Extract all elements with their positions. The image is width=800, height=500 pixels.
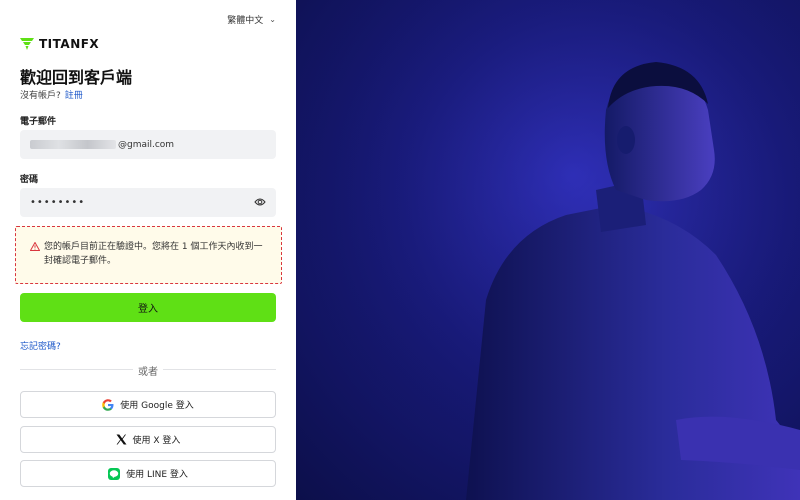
email-field[interactable]: @gmail.com — [20, 130, 276, 159]
no-account-text: 沒有帳戶? — [20, 91, 61, 101]
eye-icon[interactable] — [254, 197, 266, 207]
person-silhouette-illustration — [296, 0, 800, 500]
password-field[interactable]: •••••••• — [20, 188, 276, 217]
titanfx-logo: TITANFX — [20, 37, 99, 51]
language-selector[interactable]: 繁體中文 ⌄ — [227, 13, 276, 26]
x-logo-icon — [116, 434, 127, 445]
x-login-button[interactable]: 使用 X 登入 — [20, 426, 276, 453]
verification-alert: 您的帳戶目前正在驗證中。您將在 1 個工作天內收到一封確認電子郵件。 — [15, 226, 282, 284]
email-label: 電子郵件 — [20, 117, 57, 127]
line-button-label: 使用 LINE 登入 — [126, 470, 188, 480]
page-title: 歡迎回到客戶端 — [20, 68, 133, 87]
google-icon — [102, 398, 114, 411]
register-link[interactable]: 註冊 — [65, 91, 83, 101]
logo-text: TITANFX — [39, 37, 100, 51]
titan-logo-icon — [20, 38, 34, 50]
google-button-label: 使用 Google 登入 — [120, 401, 194, 411]
warning-icon — [30, 242, 40, 251]
password-value: •••••••• — [30, 197, 86, 208]
alert-message: 您的帳戶目前正在驗證中。您將在 1 個工作天內收到一封確認電子郵件。 — [44, 242, 263, 266]
hero-image — [296, 0, 800, 500]
chevron-down-icon: ⌄ — [269, 15, 276, 24]
language-label: 繁體中文 — [227, 16, 264, 26]
x-button-label: 使用 X 登入 — [132, 436, 181, 446]
line-login-button[interactable]: 使用 LINE 登入 — [20, 460, 276, 487]
login-button[interactable]: 登入 — [20, 293, 276, 322]
or-divider-text: 或者 — [133, 363, 163, 378]
line-icon — [108, 467, 121, 480]
email-suffix: @gmail.com — [118, 139, 175, 150]
password-label: 密碼 — [20, 175, 39, 185]
forgot-password-link[interactable]: 忘記密碼? — [20, 339, 61, 352]
no-account-line: 沒有帳戶? 註冊 — [20, 88, 83, 101]
login-panel: 繁體中文 ⌄ TITANFX 歡迎回到客戶端 沒有帳戶? 註冊 電子郵件 @gma… — [0, 0, 296, 500]
redacted-email-prefix — [30, 140, 116, 149]
google-login-button[interactable]: 使用 Google 登入 — [20, 391, 276, 418]
